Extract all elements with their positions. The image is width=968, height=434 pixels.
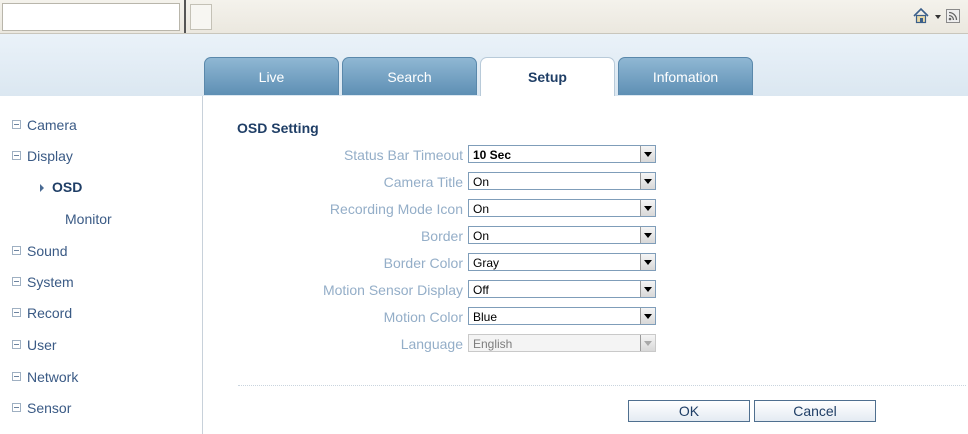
select-status-bar-timeout[interactable]: 10 Sec (468, 145, 656, 163)
sidebar-item-label: Record (27, 305, 73, 321)
tab-setup[interactable]: Setup (480, 57, 615, 96)
dropdown-arrow-icon[interactable] (640, 227, 655, 243)
label-recording-mode-icon: Recording Mode Icon (329, 201, 463, 217)
cancel-button[interactable]: Cancel (754, 400, 876, 422)
dropdown-arrow-icon[interactable] (640, 200, 655, 216)
address-bar[interactable] (2, 3, 180, 31)
label-language: Language (400, 336, 463, 352)
select-border-color[interactable]: Gray (468, 253, 656, 271)
sidebar-subitem-monitor[interactable]: Monitor (65, 211, 112, 227)
sidebar-item-label: User (27, 337, 57, 353)
label-motion-color: Motion Color (383, 309, 463, 325)
select-recording-mode-icon[interactable]: On (468, 199, 656, 217)
select-value: On (473, 175, 490, 189)
select-border[interactable]: On (468, 226, 656, 244)
select-value: On (473, 229, 490, 243)
dropdown-arrow-icon[interactable] (640, 146, 655, 162)
main-tabs: Live Search Setup Infomation (204, 57, 756, 96)
label-motion-sensor-display: Motion Sensor Display (322, 282, 463, 298)
ok-button[interactable]: OK (628, 400, 750, 422)
sidebar-item-system[interactable]: System (12, 274, 74, 290)
select-value: Gray (473, 256, 500, 270)
dropdown-arrow-icon[interactable] (640, 173, 655, 189)
expand-icon (12, 277, 21, 286)
expand-icon (12, 308, 21, 317)
select-value: On (473, 202, 490, 216)
section-title: OSD Setting (237, 120, 319, 136)
dropdown-arrow-icon[interactable] (640, 281, 655, 297)
rss-feed-icon[interactable] (946, 9, 960, 23)
label-border: Border (420, 228, 463, 244)
select-value: Off (473, 283, 489, 297)
expand-icon (12, 340, 21, 349)
select-value: Blue (473, 310, 498, 324)
form-divider (238, 385, 966, 386)
select-motion-color[interactable]: Blue (468, 307, 656, 325)
expand-icon (12, 120, 21, 129)
sidebar-item-user[interactable]: User (12, 337, 57, 353)
toolbar-separator (184, 0, 186, 33)
select-value: 10 Sec (473, 148, 512, 162)
sidebar-item-label: Camera (27, 117, 77, 133)
toolbar-icons (912, 7, 960, 25)
sidebar-item-label: Sensor (27, 400, 72, 416)
label-status-bar-timeout: Status Bar Timeout (343, 147, 463, 163)
tab-infomation[interactable]: Infomation (618, 57, 753, 95)
select-camera-title[interactable]: On (468, 172, 656, 190)
sidebar-divider (202, 96, 203, 434)
expand-icon (12, 403, 21, 412)
select-language: English (468, 334, 656, 352)
browser-toolbar (0, 0, 968, 34)
expand-icon (12, 246, 21, 255)
sidebar-item-display[interactable]: Display (12, 148, 73, 164)
sidebar-subitem-osd[interactable]: OSD (40, 179, 82, 195)
sidebar-item-label: Network (27, 369, 79, 385)
sidebar-subitem-label: OSD (52, 179, 83, 195)
tab-live[interactable]: Live (204, 57, 339, 95)
tab-search[interactable]: Search (342, 57, 477, 95)
sidebar-item-label: Display (27, 148, 73, 164)
dropdown-arrow-icon (640, 335, 655, 351)
dropdown-arrow-icon[interactable] (934, 11, 942, 21)
sidebar-item-record[interactable]: Record (12, 305, 72, 321)
label-border-color: Border Color (383, 255, 463, 271)
sidebar-item-sound[interactable]: Sound (12, 243, 67, 259)
sidebar-item-label: System (27, 274, 74, 290)
sidebar-item-network[interactable]: Network (12, 369, 78, 385)
dropdown-arrow-icon[interactable] (640, 308, 655, 324)
select-motion-sensor-display[interactable]: Off (468, 280, 656, 298)
triangle-right-icon (40, 184, 44, 192)
label-camera-title: Camera Title (383, 174, 463, 190)
sidebar-item-sensor[interactable]: Sensor (12, 400, 71, 416)
expand-icon (12, 372, 21, 381)
sidebar-item-camera[interactable]: Camera (12, 117, 77, 133)
sidebar-subitem-label: Monitor (65, 211, 112, 227)
collapse-icon (12, 151, 21, 160)
dropdown-arrow-icon[interactable] (640, 254, 655, 270)
sidebar-item-label: Sound (27, 243, 68, 259)
toolbar-field[interactable] (190, 4, 212, 30)
select-value: English (473, 337, 513, 351)
home-icon[interactable] (912, 7, 930, 25)
